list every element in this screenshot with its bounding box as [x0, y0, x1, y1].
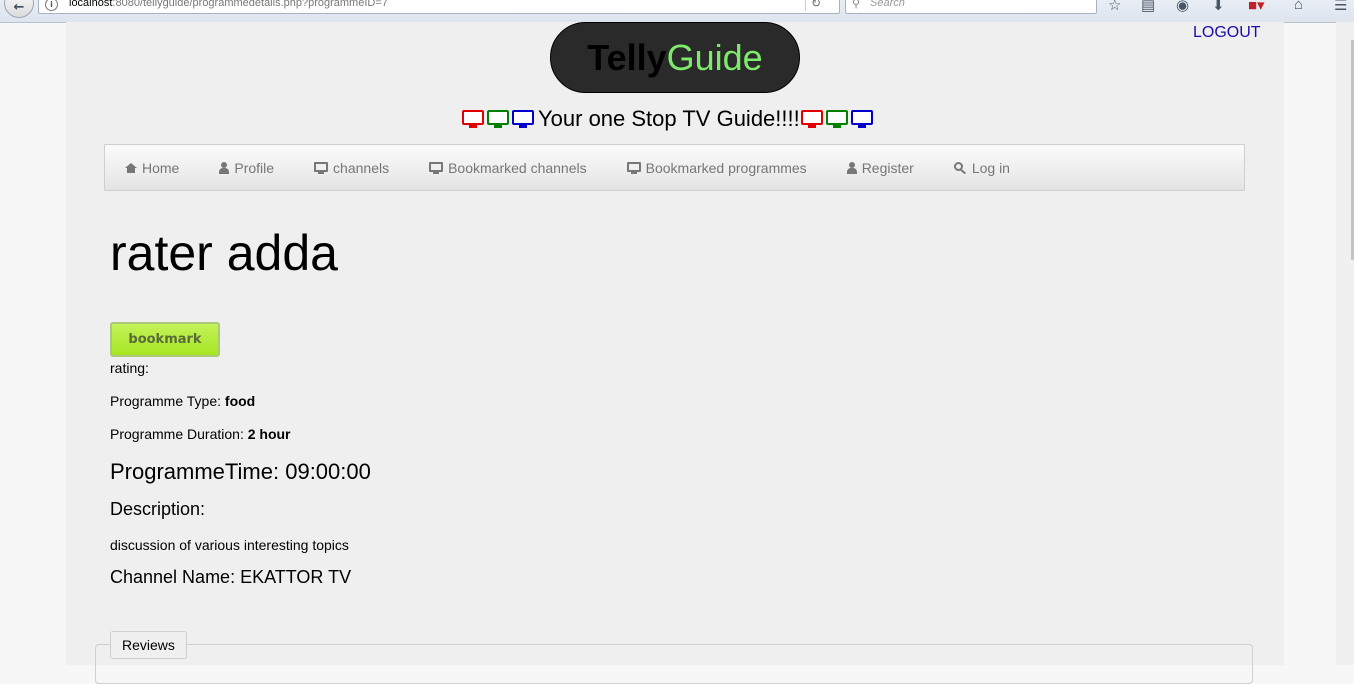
nav-item-profile[interactable]: Profile: [219, 160, 274, 176]
programme-type-label: Programme Type:: [110, 393, 225, 409]
channel-name-value: EKATTOR TV: [240, 567, 352, 587]
programme-type: Programme Type: food: [110, 393, 255, 409]
nav-item-register[interactable]: Register: [846, 159, 914, 176]
programme-duration: Programme Duration: 2 hour: [110, 426, 291, 442]
nav-item-channels[interactable]: channels: [314, 160, 389, 176]
nav-item-label: Log in: [971, 159, 1010, 176]
channel-name: Channel Name: EKATTOR TV: [110, 567, 351, 588]
menu-icon[interactable]: ☰: [1334, 0, 1347, 14]
tagline-text: Your one Stop TV Guide!!!!: [538, 106, 800, 131]
description-text: discussion of various interesting topics: [110, 537, 349, 553]
site-logo[interactable]: Telly Guide: [550, 22, 800, 93]
nav-item-label: Profile: [234, 159, 275, 176]
programme-time-value: 09:00:00: [285, 459, 371, 484]
reload-icon[interactable]: ↻: [811, 0, 821, 10]
url-divider: [805, 0, 806, 11]
user-icon: [846, 161, 857, 174]
url-host: localhost: [69, 0, 113, 9]
nav-item-label: Bookmarked channels: [448, 159, 587, 176]
nav-item-bookmarked-channels[interactable]: Bookmarked channels: [429, 160, 587, 176]
logo-guide: Guide: [666, 36, 763, 78]
nav-item-login[interactable]: Log in: [953, 159, 1010, 176]
home-icon: [125, 162, 137, 173]
programme-title: rater adda: [110, 225, 338, 281]
page-content: Telly Guide LOGOUT Your one Stop TV Guide…: [66, 22, 1284, 684]
logout-link[interactable]: LOGOUT: [1193, 24, 1261, 42]
browser-toolbar: ← i localhost:8080/tellyguide/programmed…: [0, 0, 1354, 23]
search-bar[interactable]: ⚲ Search: [845, 0, 1097, 14]
tagline: Your one Stop TV Guide!!!!: [462, 106, 876, 132]
bookmark-button[interactable]: bookmark: [110, 322, 220, 357]
url-text: localhost:8080/tellyguide/programmedetai…: [69, 0, 388, 9]
tv-icon: [487, 110, 509, 128]
programme-time: ProgrammeTime: 09:00:00: [110, 459, 371, 485]
reviews-legend: Reviews: [110, 631, 187, 659]
pocket-icon[interactable]: ◉: [1176, 0, 1189, 14]
programme-type-value: food: [224, 393, 256, 409]
nav-item-home[interactable]: Home: [125, 160, 179, 176]
tv-icon: [800, 110, 823, 128]
monitor-icon: [314, 161, 329, 174]
home-icon[interactable]: ⌂: [1294, 0, 1303, 13]
channel-name-label: Channel Name:: [110, 567, 241, 587]
search-placeholder: Search: [870, 0, 905, 9]
description-label: Description:: [110, 499, 206, 519]
nav-item-label: Register: [861, 159, 914, 176]
tv-icon: [462, 110, 484, 128]
tv-icon: [825, 110, 848, 128]
rating-label: rating:: [110, 360, 149, 376]
info-icon[interactable]: i: [45, 0, 58, 11]
star-icon[interactable]: ☆: [1108, 0, 1121, 14]
monitor-icon: [626, 161, 641, 174]
programme-time-label: ProgrammeTime:: [110, 459, 286, 484]
back-arrow-icon[interactable]: ←: [4, 0, 34, 18]
nav-item-label: channels: [333, 159, 390, 176]
url-path: :8080/tellyguide/programmedetails.php?pr…: [112, 0, 388, 9]
monitor-icon: [429, 161, 444, 174]
tv-icon: [850, 110, 873, 128]
nav-item-label: Bookmarked programmes: [645, 159, 807, 176]
addon-icon[interactable]: ■▾: [1248, 0, 1265, 14]
nav-item-label: Home: [142, 159, 180, 176]
reading-list-icon[interactable]: ▤: [1141, 0, 1155, 14]
programme-duration-value: 2 hour: [247, 426, 291, 442]
search-icon: ⚲: [852, 0, 861, 10]
tv-icon: [512, 110, 534, 128]
key-icon: [953, 161, 967, 174]
logo-telly: Telly: [587, 36, 667, 78]
download-icon[interactable]: ⬇: [1212, 0, 1225, 14]
url-bar[interactable]: i localhost:8080/tellyguide/programmedet…: [38, 0, 840, 14]
programme-duration-label: Programme Duration:: [110, 426, 248, 442]
main-navbar: Home Profile channels Bookmarked channel…: [104, 144, 1245, 191]
user-icon: [219, 161, 230, 174]
nav-item-bookmarked-programmes[interactable]: Bookmarked programmes: [626, 159, 807, 176]
reviews-section: [95, 644, 1253, 684]
